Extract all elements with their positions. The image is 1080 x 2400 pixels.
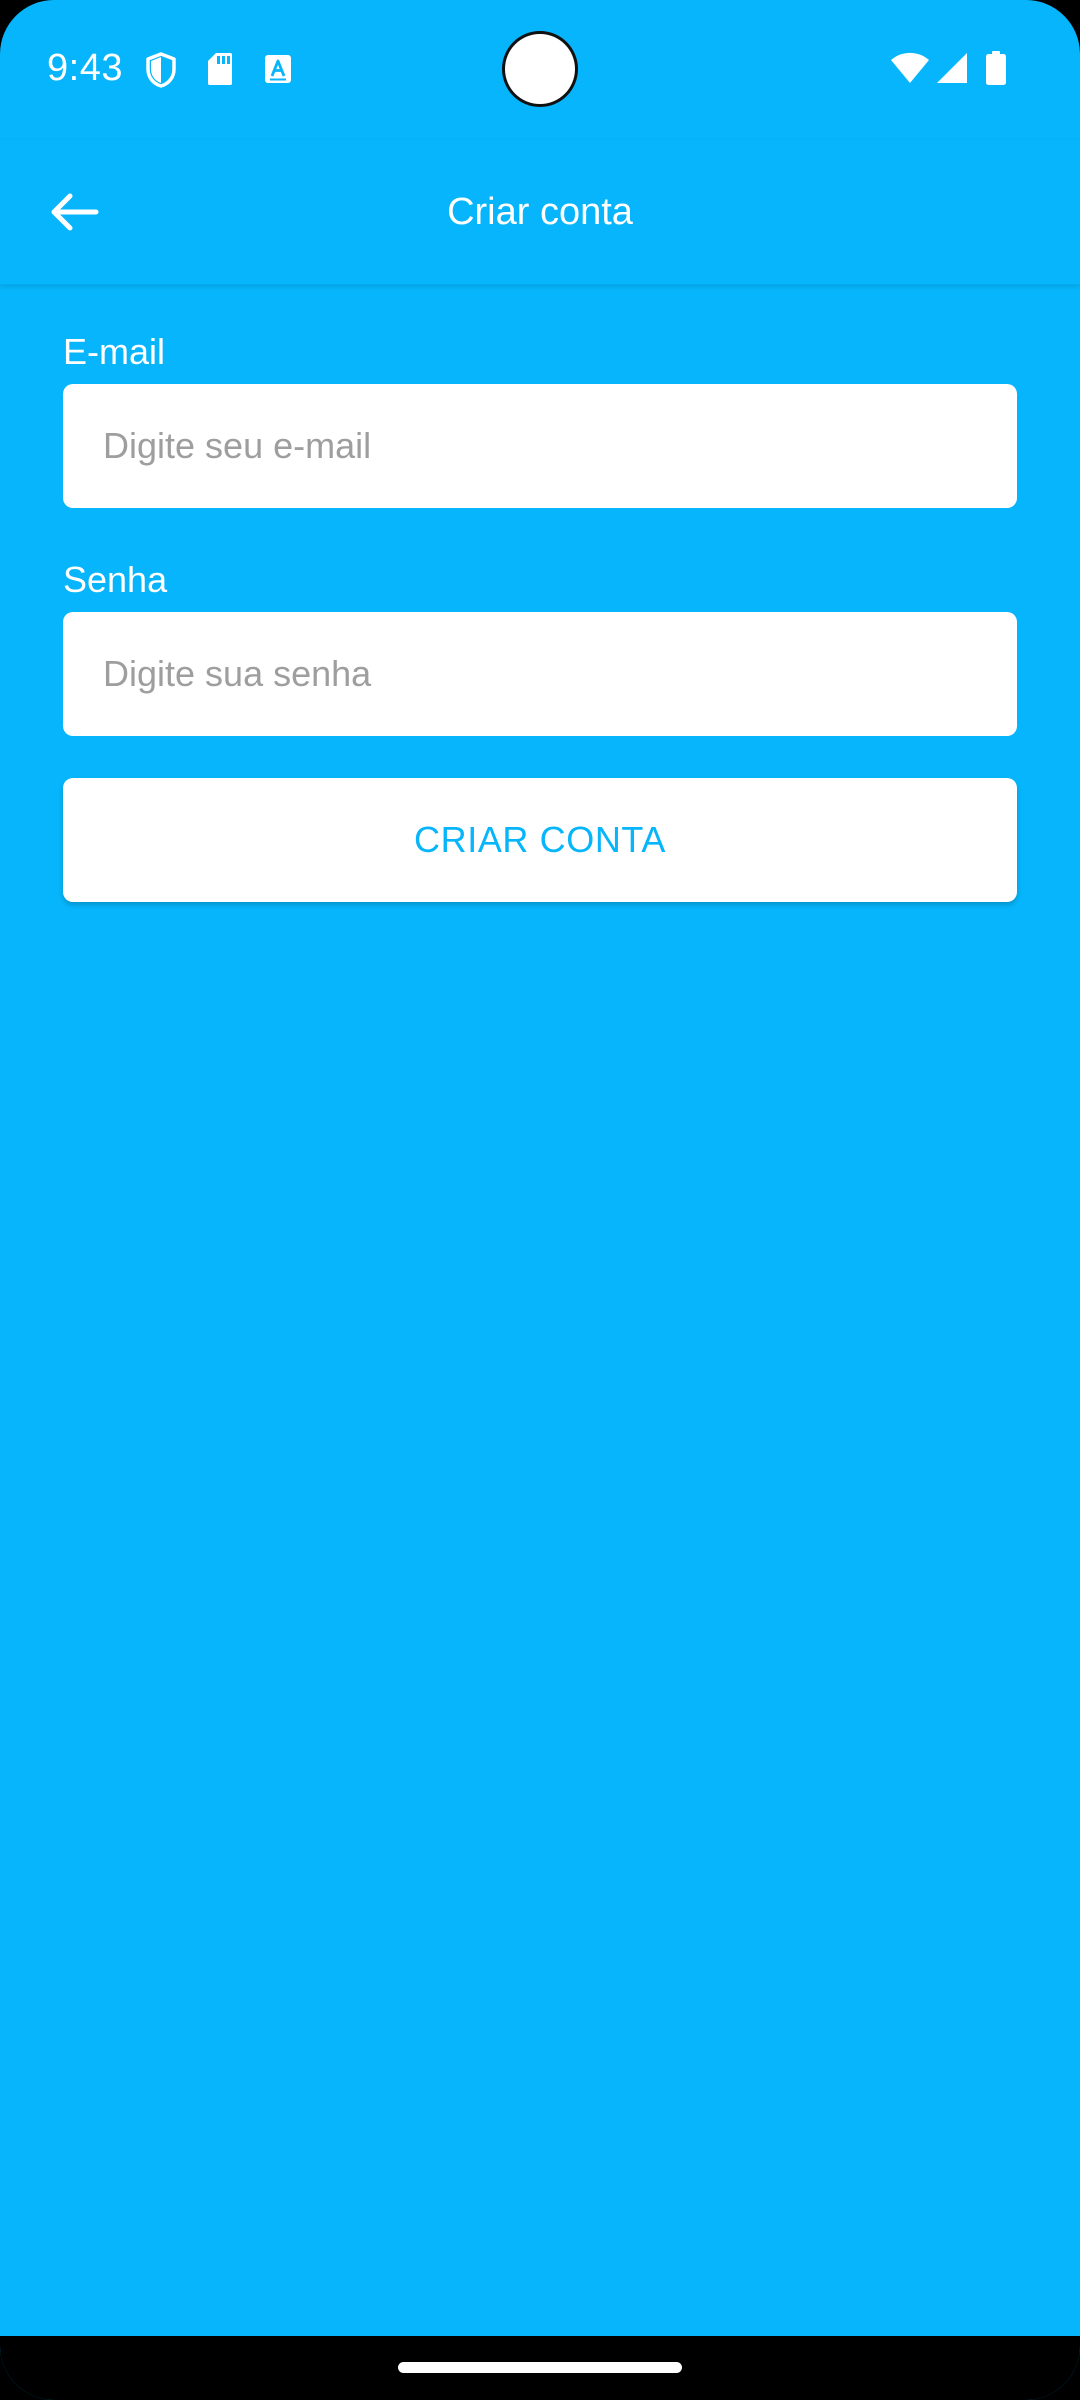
wifi-icon	[891, 52, 929, 83]
sd-card-icon	[208, 53, 232, 85]
home-indicator[interactable]	[398, 2362, 682, 2373]
email-label: E-mail	[63, 331, 166, 372]
front-camera	[505, 34, 575, 104]
password-field-container	[63, 612, 1017, 736]
create-account-button[interactable]: CRIAR CONTA	[63, 778, 1017, 902]
page-title: Criar conta	[447, 191, 633, 233]
app-screen: 9:43 Criar conta E-mail Digite seu e-mai…	[0, 0, 1080, 2400]
shield-icon	[146, 52, 176, 88]
status-bar: 9:43	[0, 0, 1080, 140]
email-field[interactable]	[101, 424, 979, 468]
signup-form: E-mail Senha CRIAR CONTA	[63, 320, 1017, 902]
password-field[interactable]	[101, 652, 979, 696]
email-field-container	[63, 384, 1017, 508]
font-a-icon	[265, 55, 291, 83]
cell-signal-icon	[937, 53, 967, 83]
battery-icon	[986, 51, 1006, 85]
password-label: Senha	[63, 559, 168, 600]
app-bar: Criar conta	[0, 140, 1080, 285]
status-time: 9:43	[47, 47, 123, 89]
